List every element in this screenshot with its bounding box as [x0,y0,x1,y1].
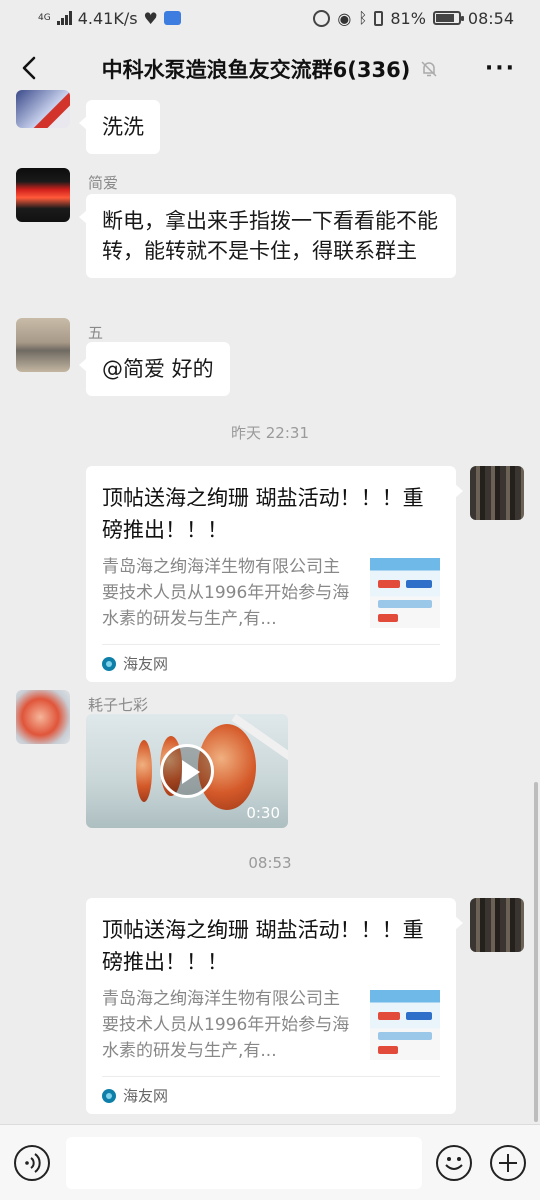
video-thumbnail [136,740,152,802]
source-icon [102,656,116,671]
signal-icon [56,11,72,25]
card-title: 顶帖送海之绚珊 瑚盐活动！！！重磅推出！！！ [102,486,424,542]
status-bar: 4G 4.41K/s ♥ ◉ ᛒ 81% 08:54 [0,0,540,36]
sender-name: 五 [88,324,104,342]
bell-off-icon [421,61,437,77]
nfc-icon [313,9,331,27]
bluetooth-icon: ᛒ [358,9,368,27]
card-thumbnail [370,990,440,1060]
card-title: 顶帖送海之绚珊 瑚盐活动！！！重磅推出！！！ [102,918,424,974]
emoji-icon[interactable] [436,1145,472,1181]
network-type: 4G [38,12,51,23]
sender-name: 耗子七彩 [88,696,149,714]
chat-title: 中科水泵造浪鱼友交流群6(336) [101,58,411,82]
play-icon[interactable] [160,744,214,798]
message-bubble[interactable]: @简爱 好的 [79,342,230,396]
avatar[interactable] [470,898,524,952]
vibrate-icon [374,10,384,26]
input-bar [0,1124,540,1200]
sender-name: 简爱 [88,174,119,192]
battery-icon [432,11,464,25]
source-icon [102,1088,116,1103]
link-card[interactable]: 顶帖送海之绚珊 瑚盐活动！！！重磅推出！！！ 青岛海之绚海洋生物有限公司主要技术… [86,898,463,1114]
link-card[interactable]: 顶帖送海之绚珊 瑚盐活动！！！重磅推出！！！ 青岛海之绚海洋生物有限公司主要技术… [86,466,463,682]
battery-percent: 81% [390,8,426,28]
message-bubble[interactable]: 洗洗 [79,100,160,154]
message-timestamp: 08:53 [248,854,292,872]
more-dots-icon[interactable]: ··· [485,56,516,81]
clock: 08:54 [467,8,514,28]
avatar[interactable] [16,690,70,744]
message-text: 洗洗 [102,115,144,139]
avatar[interactable] [16,90,70,128]
scrollbar[interactable] [534,782,538,1122]
eye-icon: ◉ [337,8,352,28]
message-text: @简爱 好的 [102,357,214,381]
message-bubble[interactable]: 断电，拿出来手指拨一下看看能不能转，能转就不是卡住，得联系群主 [79,194,456,278]
heart-icon: ♥ [143,8,158,28]
card-thumbnail [370,558,440,628]
avatar[interactable] [16,318,70,372]
message-timestamp: 昨天 22:31 [231,424,309,442]
plus-icon[interactable] [490,1145,526,1181]
card-description: 青岛海之绚海洋生物有限公司主要技术人员从1996年开始参与海水素的研发与生产,有… [102,557,350,629]
video-duration: 0:30 [246,804,280,822]
voice-icon[interactable] [14,1145,50,1181]
avatar[interactable] [16,168,70,222]
message-input[interactable] [66,1137,422,1189]
app-notification-icon [163,11,181,25]
card-source: 海友网 [123,1087,169,1105]
video-message[interactable]: 0:30 [86,714,288,828]
network-speed: 4.41K/s [77,8,138,28]
card-description: 青岛海之绚海洋生物有限公司主要技术人员从1996年开始参与海水素的研发与生产,有… [102,989,350,1061]
card-source: 海友网 [123,655,169,673]
chat-header: 中科水泵造浪鱼友交流群6(336) ··· [0,36,540,102]
message-text: 断电，拿出来手指拨一下看看能不能转，能转就不是卡住，得联系群主 [102,209,438,263]
avatar[interactable] [470,466,524,520]
